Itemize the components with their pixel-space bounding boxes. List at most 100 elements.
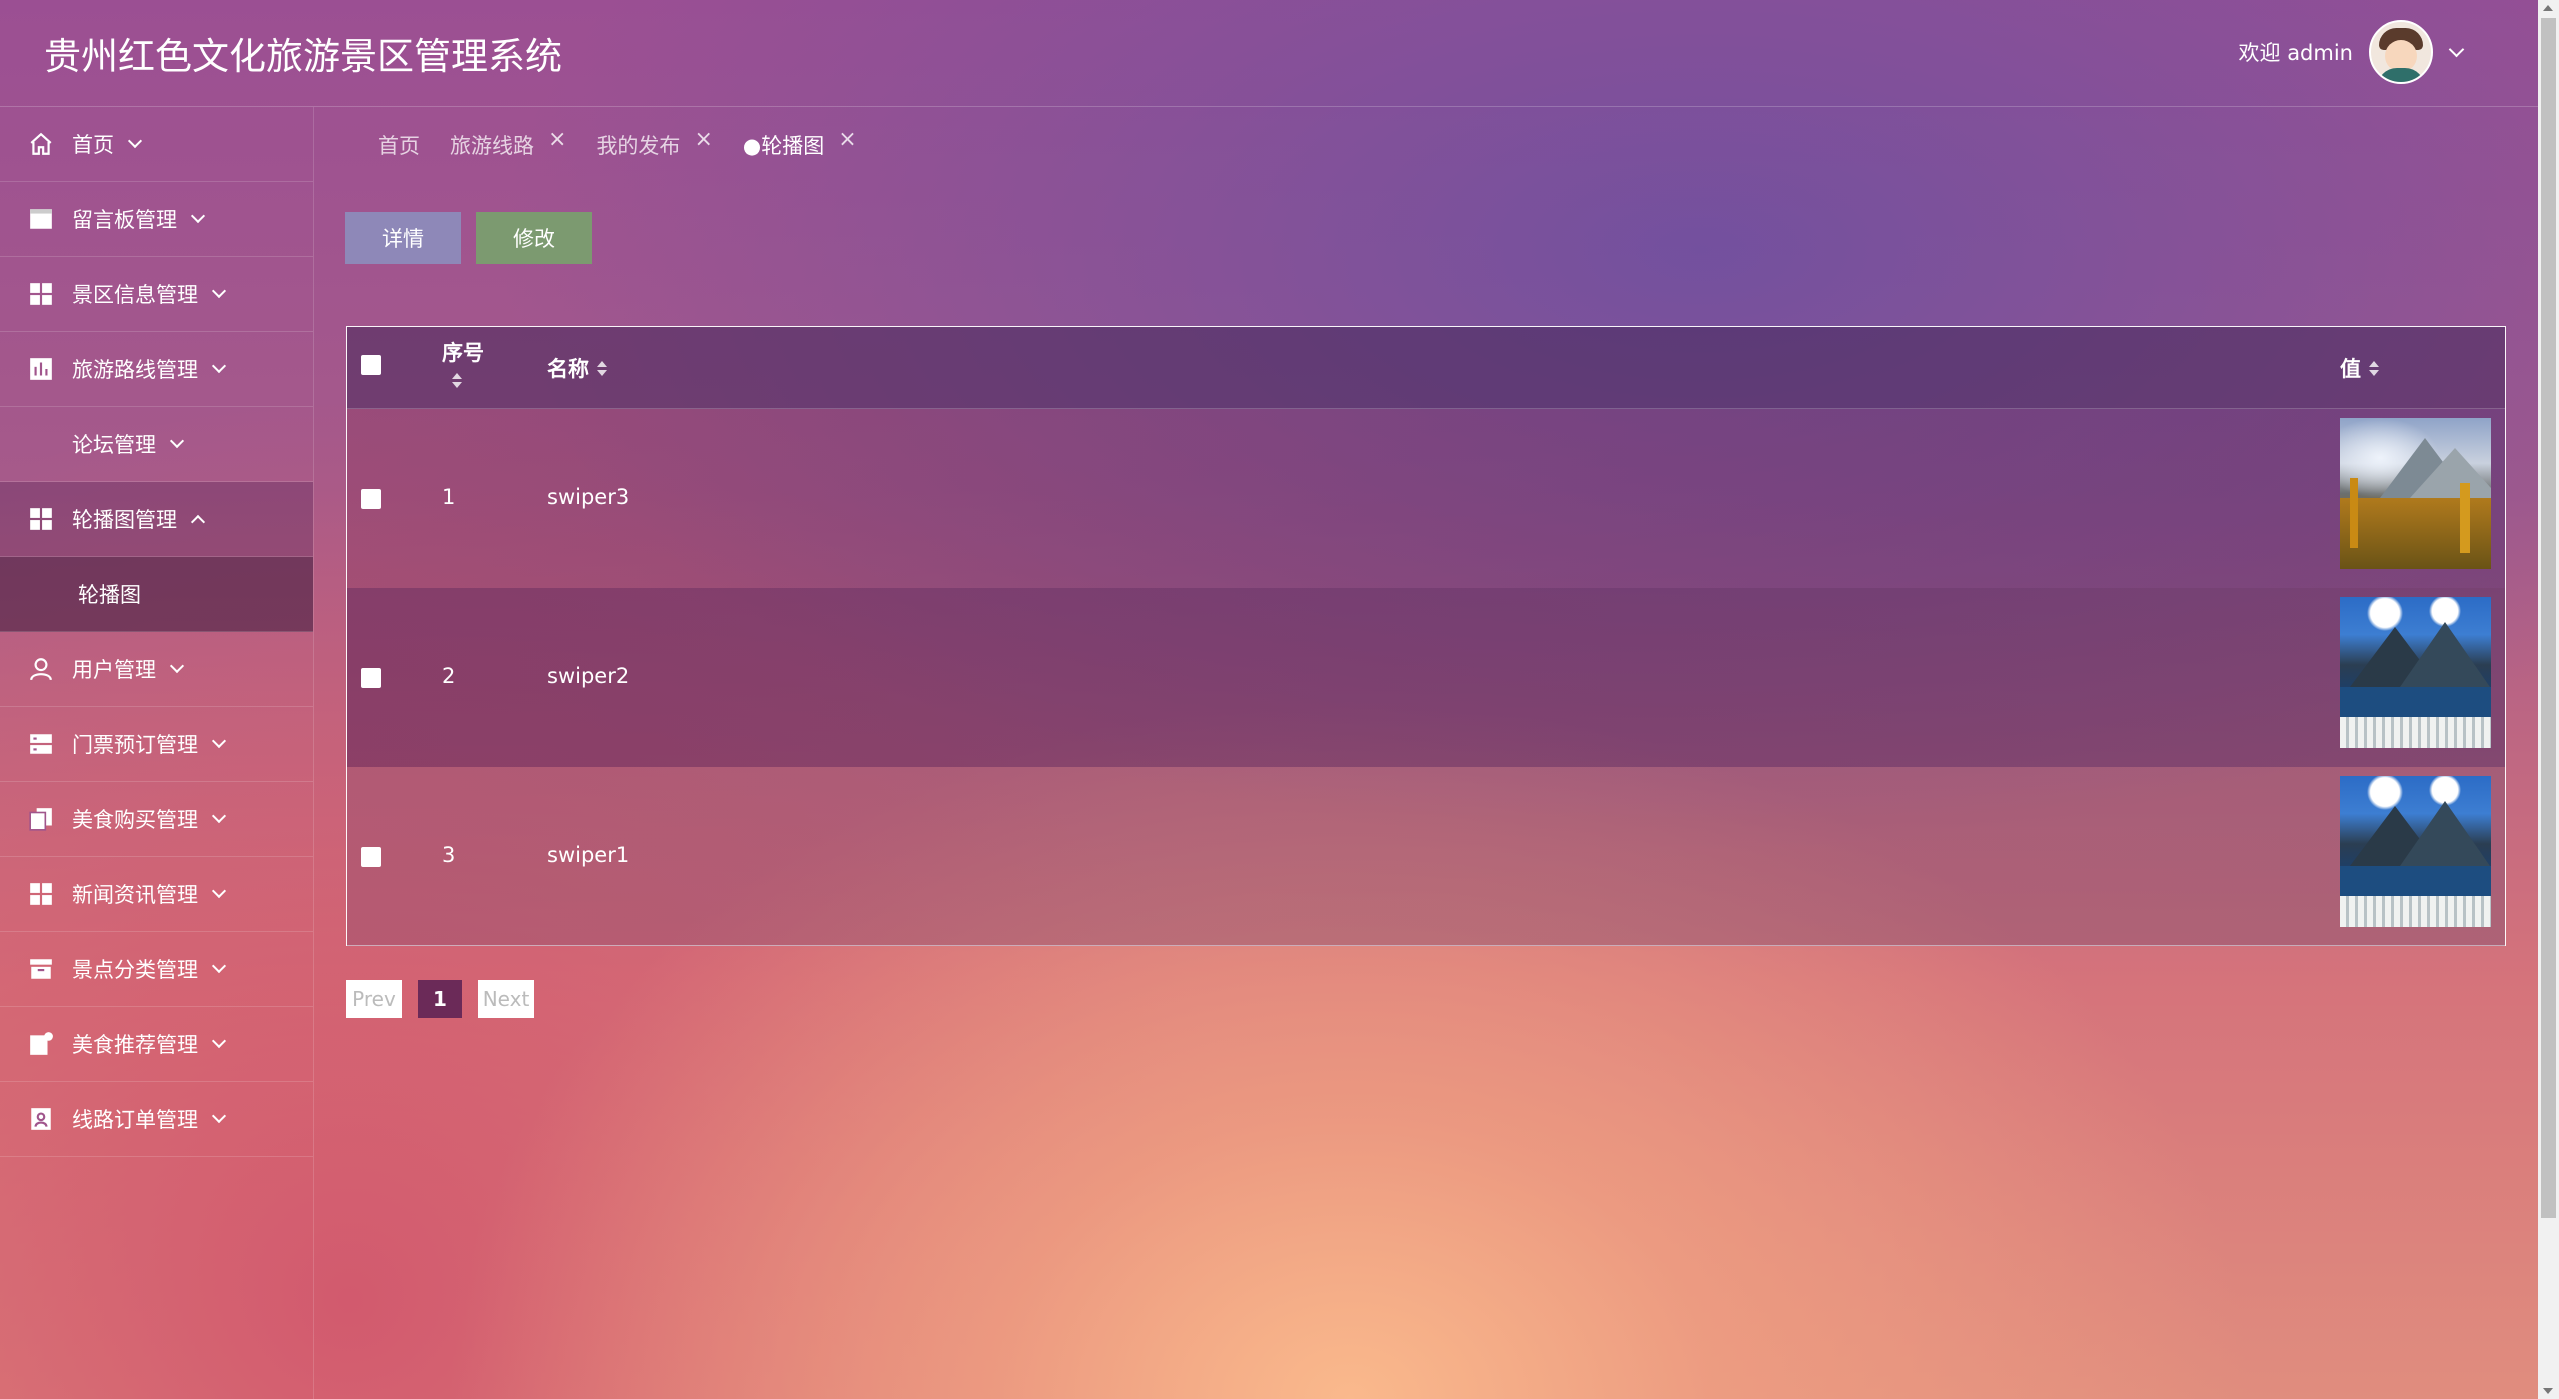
sidebar-item-home[interactable]: 首页 bbox=[0, 107, 313, 182]
chevron-down-icon bbox=[211, 1033, 227, 1049]
sidebar-item-food-purchase[interactable]: 美食购买管理 bbox=[0, 782, 313, 857]
row-checkbox[interactable] bbox=[361, 668, 381, 688]
carousel-table: 序号 名称 值 1 swiper3 2 swiper2 3 swiper1 bbox=[346, 326, 2506, 946]
pagination: Prev 1 Next bbox=[346, 980, 550, 1018]
sort-icon[interactable] bbox=[2369, 360, 2379, 376]
message-board-icon bbox=[28, 206, 54, 232]
sort-icon[interactable] bbox=[452, 373, 462, 388]
note-icon bbox=[28, 1031, 54, 1057]
chart-icon bbox=[28, 356, 54, 382]
carousel-image-thumbnail[interactable] bbox=[2340, 597, 2491, 748]
tab-my-posts[interactable]: 我的发布 × bbox=[596, 127, 712, 160]
contact-icon bbox=[28, 1106, 54, 1132]
row-checkbox[interactable] bbox=[361, 489, 381, 509]
sidebar-item-label: 美食购买管理 bbox=[72, 808, 198, 832]
table-row[interactable]: 2 swiper2 bbox=[347, 588, 2505, 767]
table-row[interactable]: 3 swiper1 bbox=[347, 767, 2505, 946]
detail-button[interactable]: 详情 bbox=[345, 212, 461, 264]
row-checkbox[interactable] bbox=[361, 847, 381, 867]
sidebar-item-label: 新闻资讯管理 bbox=[72, 883, 198, 907]
row-name: swiper3 bbox=[547, 485, 630, 509]
scrollbar-thumb[interactable] bbox=[2541, 18, 2556, 1218]
grid-icon bbox=[28, 281, 54, 307]
row-index: 1 bbox=[442, 485, 456, 509]
top-header: 贵州红色文化旅游景区管理系统 欢迎 admin bbox=[0, 0, 2538, 107]
chevron-down-icon bbox=[211, 808, 227, 824]
edit-button[interactable]: 修改 bbox=[476, 212, 592, 264]
sidebar-item-label: 论坛管理 bbox=[72, 433, 156, 457]
row-index: 3 bbox=[442, 843, 456, 867]
select-all-checkbox[interactable] bbox=[361, 355, 381, 375]
scroll-down-icon[interactable] bbox=[2543, 1388, 2553, 1394]
sidebar-item-label: 留言板管理 bbox=[72, 208, 177, 232]
sidebar-item-label: 美食推荐管理 bbox=[72, 1033, 198, 1057]
sidebar-subitem-carousel[interactable]: 轮播图 bbox=[0, 557, 313, 632]
sidebar-item-label: 门票预订管理 bbox=[72, 733, 198, 757]
close-icon[interactable]: × bbox=[548, 127, 566, 152]
sidebar-item-tour-route[interactable]: 旅游路线管理 bbox=[0, 332, 313, 407]
table-row[interactable]: 1 swiper3 bbox=[347, 409, 2505, 588]
sidebar-item-label: 景点分类管理 bbox=[72, 958, 198, 982]
home-icon bbox=[28, 131, 54, 157]
tab-home[interactable]: 首页 bbox=[378, 130, 420, 160]
sidebar-item-label: 用户管理 bbox=[72, 658, 156, 682]
column-header-value[interactable]: 值 bbox=[2340, 353, 2379, 383]
row-name: swiper2 bbox=[547, 664, 630, 688]
chevron-up-icon bbox=[190, 514, 206, 530]
sidebar-item-forum[interactable]: 论坛管理 bbox=[0, 407, 313, 482]
prev-page-button[interactable]: Prev bbox=[346, 980, 402, 1018]
avatar[interactable] bbox=[2369, 20, 2433, 84]
row-index: 2 bbox=[442, 664, 456, 688]
sidebar-item-ticket-booking[interactable]: 门票预订管理 bbox=[0, 707, 313, 782]
sidebar-item-news[interactable]: 新闻资讯管理 bbox=[0, 857, 313, 932]
chevron-down-icon bbox=[190, 208, 206, 224]
app-title: 贵州红色文化旅游景区管理系统 bbox=[44, 35, 562, 78]
sidebar: 首页 留言板管理 景区信息管理 旅游路线管理 论坛管理 轮播图管理 轮播图 用户… bbox=[0, 107, 314, 1399]
sidebar-item-food-recommend[interactable]: 美食推荐管理 bbox=[0, 1007, 313, 1082]
sort-icon[interactable] bbox=[597, 360, 607, 376]
close-icon[interactable]: × bbox=[694, 127, 712, 152]
chevron-down-icon bbox=[211, 283, 227, 299]
breadcrumb-tabs: 首页 旅游线路 × 我的发布 × ●轮播图 × bbox=[378, 127, 887, 160]
sidebar-item-label: 线路订单管理 bbox=[72, 1108, 198, 1132]
sidebar-item-label: 首页 bbox=[72, 133, 114, 157]
chevron-down-icon bbox=[127, 133, 143, 149]
grid-icon bbox=[28, 506, 54, 532]
sidebar-item-users[interactable]: 用户管理 bbox=[0, 632, 313, 707]
sidebar-item-scenic-info[interactable]: 景区信息管理 bbox=[0, 257, 313, 332]
sidebar-item-carousel[interactable]: 轮播图管理 bbox=[0, 482, 313, 557]
chevron-down-icon bbox=[211, 1108, 227, 1124]
chevron-down-icon bbox=[211, 958, 227, 974]
table-header: 序号 名称 值 bbox=[347, 327, 2505, 409]
tab-carousel[interactable]: ●轮播图 × bbox=[743, 127, 857, 160]
chevron-down-icon bbox=[169, 658, 185, 674]
chevron-down-icon bbox=[211, 733, 227, 749]
sidebar-item-label: 旅游路线管理 bbox=[72, 358, 198, 382]
sidebar-item-message-board[interactable]: 留言板管理 bbox=[0, 182, 313, 257]
user-icon bbox=[28, 656, 54, 682]
close-icon[interactable]: × bbox=[838, 127, 856, 152]
sidebar-item-spot-category[interactable]: 景点分类管理 bbox=[0, 932, 313, 1007]
copy-icon bbox=[28, 806, 54, 832]
column-header-index[interactable]: 序号 bbox=[442, 337, 484, 388]
tab-tour-route[interactable]: 旅游线路 × bbox=[450, 127, 566, 160]
sidebar-item-label: 轮播图管理 bbox=[72, 508, 177, 532]
welcome-text: 欢迎 admin bbox=[2238, 41, 2353, 65]
chevron-down-icon bbox=[169, 433, 185, 449]
scroll-up-icon[interactable] bbox=[2543, 5, 2553, 11]
current-page-button[interactable]: 1 bbox=[418, 980, 462, 1018]
carousel-image-thumbnail[interactable] bbox=[2340, 418, 2491, 569]
sidebar-item-route-orders[interactable]: 线路订单管理 bbox=[0, 1082, 313, 1157]
user-menu[interactable]: 欢迎 admin bbox=[2238, 20, 2465, 84]
next-page-button[interactable]: Next bbox=[478, 980, 534, 1018]
column-header-name[interactable]: 名称 bbox=[547, 353, 607, 383]
chevron-down-icon bbox=[211, 358, 227, 374]
archive-icon bbox=[28, 956, 54, 982]
chevron-down-icon bbox=[211, 883, 227, 899]
row-name: swiper1 bbox=[547, 843, 630, 867]
chevron-down-icon[interactable] bbox=[2448, 41, 2465, 57]
carousel-image-thumbnail[interactable] bbox=[2340, 776, 2491, 927]
server-icon bbox=[28, 731, 54, 757]
grid-icon bbox=[28, 881, 54, 907]
vertical-scrollbar[interactable] bbox=[2538, 0, 2559, 1399]
